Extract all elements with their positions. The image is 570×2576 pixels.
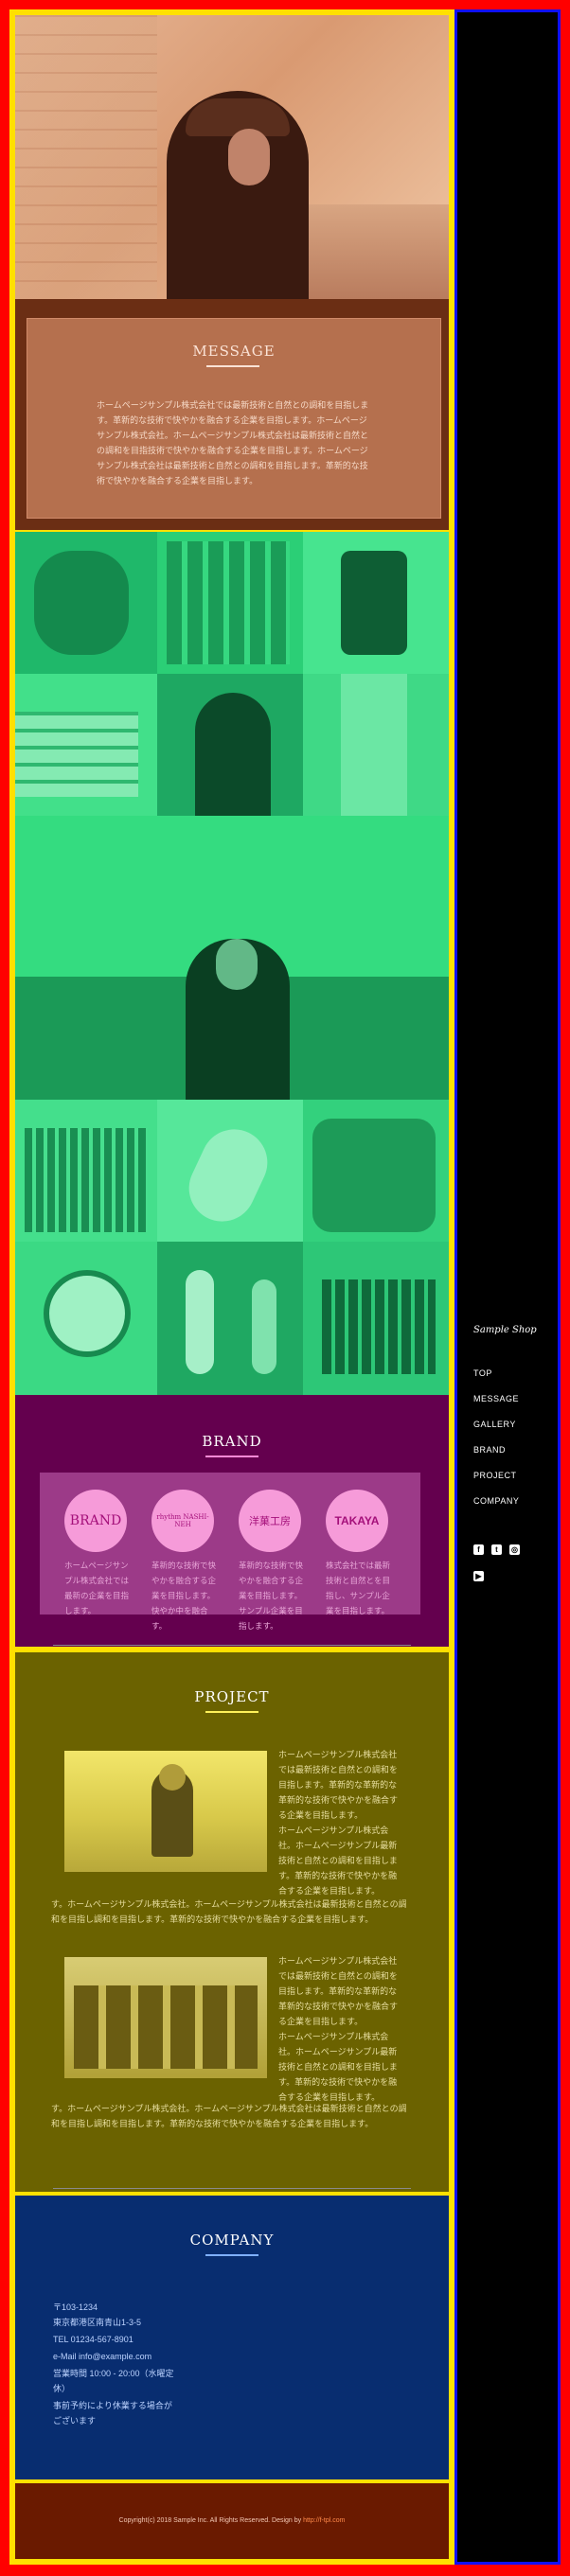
brand-desc-2: 革新的な技術で快やかを融合する企業を目指します。快やか中を融合す。: [151, 1561, 217, 1631]
gallery-photo-couple[interactable]: [157, 1242, 303, 1395]
brand-panel: BRAND ホームページサンプル株式会社では最新の企業を目指します。 rhyth…: [40, 1473, 420, 1631]
nav-item-brand[interactable]: BRAND: [473, 1445, 506, 1455]
sidebar: [454, 9, 561, 2565]
project-text-2-continued: す。ホームページサンプル株式会社。ホームページサンプル株式会社は最新技術と自然と…: [51, 2104, 407, 2128]
project-image-1: [64, 1751, 267, 1872]
brand-desc-1: ホームページサンプル株式会社では最新の企業を目指します。: [64, 1561, 130, 1615]
company-title-underline: [205, 2254, 258, 2256]
gallery-photo-beanie[interactable]: [157, 674, 303, 816]
company-email[interactable]: e-Mail info@example.com: [53, 2349, 151, 2364]
gallery-photo-fabrics[interactable]: [303, 1100, 449, 1242]
company-tel[interactable]: TEL 01234-567-8901: [53, 2332, 134, 2347]
project-divider: [53, 2188, 411, 2189]
company-note: 事前予約により休業する場合がございます: [53, 2401, 172, 2426]
project-title: PROJECT: [194, 1688, 270, 1705]
project-text-1: ホームページサンプル株式会社では最新技術と自然との調和を目指します。革新的な革新…: [278, 1750, 399, 1896]
gallery-section: [15, 532, 449, 1395]
brand-logo-2[interactable]: rhythm NASHI-NEH: [151, 1490, 214, 1552]
project-text-1-continued: す。ホームページサンプル株式会社。ホームページサンプル株式会社は最新技術と自然と…: [51, 1899, 407, 1924]
twitter-icon[interactable]: t: [491, 1544, 502, 1555]
footer-copyright-text: Copyright(c) 2018 Sample Inc. All Rights…: [118, 2517, 302, 2524]
project-title-underline: [205, 1711, 258, 1713]
hero-street: [290, 204, 449, 299]
instagram-icon[interactable]: ◎: [509, 1544, 520, 1555]
facebook-icon[interactable]: f: [473, 1544, 484, 1555]
project-image-2: [64, 1957, 267, 2078]
company-title: COMPANY: [189, 2232, 275, 2249]
gallery-photo-shop-interior[interactable]: [303, 1242, 449, 1395]
hero-wall: [15, 15, 157, 299]
company-hours: 営業時間 10:00 - 20:00（水曜定休）: [53, 2369, 174, 2393]
gallery-photo-shoes[interactable]: [157, 1100, 303, 1242]
brand-desc-3: 革新的な技術で快やかを融合する企業を目指します。サンプル企業を目指します。: [239, 1561, 304, 1631]
footer-design-link[interactable]: http://f-tpl.com: [303, 2517, 345, 2524]
nav-item-project[interactable]: PROJECT: [473, 1471, 517, 1480]
gallery-photo-hangers[interactable]: [157, 532, 303, 674]
brand-logo-4[interactable]: TAKAYA: [326, 1490, 388, 1552]
nav-item-company[interactable]: COMPANY: [473, 1496, 519, 1506]
company-address: 東京都港区南青山1-3-5: [53, 2318, 142, 2327]
gallery-photo-man-suit[interactable]: [15, 816, 449, 1100]
hero-face: [228, 129, 270, 185]
brand-title: BRAND: [202, 1433, 262, 1450]
gallery-photo-coat[interactable]: [303, 532, 449, 674]
hero-image: [15, 15, 449, 299]
brand-logo-1[interactable]: BRAND: [64, 1490, 127, 1552]
gallery-photo-shirt[interactable]: [303, 674, 449, 816]
brand-desc-4: 株式会社では最新技術と自然とを目指し、サンプル企業を目指します。: [326, 1561, 391, 1615]
gallery-photo-rack[interactable]: [15, 1100, 157, 1242]
brand-logo-3[interactable]: 洋菓工房: [239, 1490, 301, 1552]
brand-title-underline: [205, 1456, 258, 1457]
gallery-photo-folded-clothes[interactable]: [15, 674, 157, 816]
nav-item-gallery[interactable]: GALLERY: [473, 1420, 516, 1429]
brand-divider: [53, 1645, 411, 1646]
message-title: MESSAGE: [192, 343, 276, 360]
message-title-underline: [206, 365, 259, 367]
sidebar-logo[interactable]: Sample Shop: [473, 1325, 537, 1335]
company-postal: 〒103-1234: [53, 2303, 98, 2312]
gallery-photo-jacket[interactable]: [15, 532, 157, 674]
youtube-icon[interactable]: ▶: [473, 1571, 484, 1581]
gallery-photo-watch[interactable]: [15, 1242, 157, 1395]
footer-copyright: Copyright(c) 2018 Sample Inc. All Rights…: [15, 2517, 449, 2524]
nav-item-message[interactable]: MESSAGE: [473, 1394, 519, 1403]
nav-item-top[interactable]: TOP: [473, 1368, 492, 1378]
project-text-2: ホームページサンプル株式会社では最新技術と自然との調和を目指します。革新的な革新…: [278, 1956, 399, 2102]
message-body: ホームページサンプル株式会社では最新技術と自然との調和を目指します。革新的な技術…: [97, 400, 369, 485]
